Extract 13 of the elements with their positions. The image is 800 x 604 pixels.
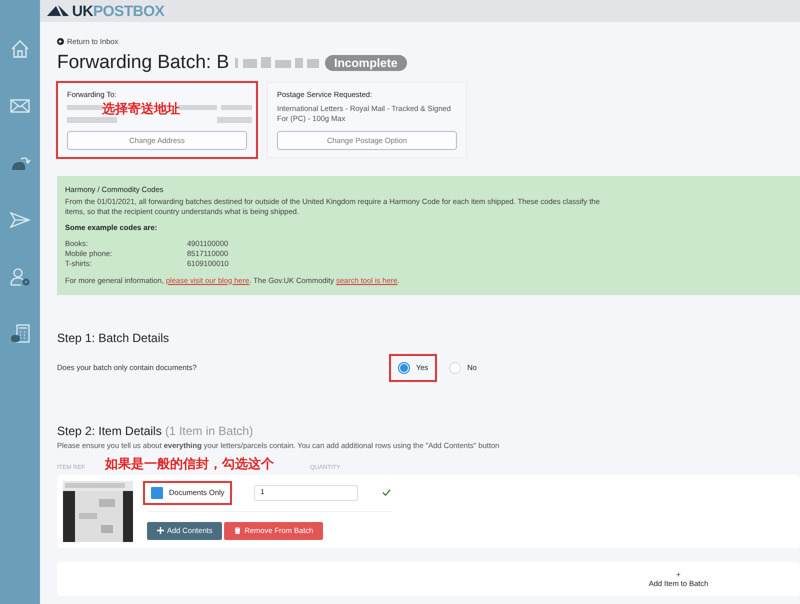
status-badge: Incomplete [325,55,406,71]
logo: UKPOSTBOX [72,2,164,20]
annotation-text: 选择寄送地址 [102,103,180,116]
account-icon[interactable] [9,266,31,288]
annotation-text: 如果是一般的信封，勾选这个 [105,458,275,470]
trash-icon [234,527,242,534]
calculator-icon[interactable] [9,323,31,345]
logo-icon [47,4,69,18]
back-arrow-icon [57,38,64,45]
plus-icon [157,527,164,534]
page-title: Forwarding Batch: B [57,52,230,74]
section-heading: Step 2: Item Details (1 Item in Batch) [57,424,254,438]
section-heading: Step 1: Batch Details [57,330,170,344]
